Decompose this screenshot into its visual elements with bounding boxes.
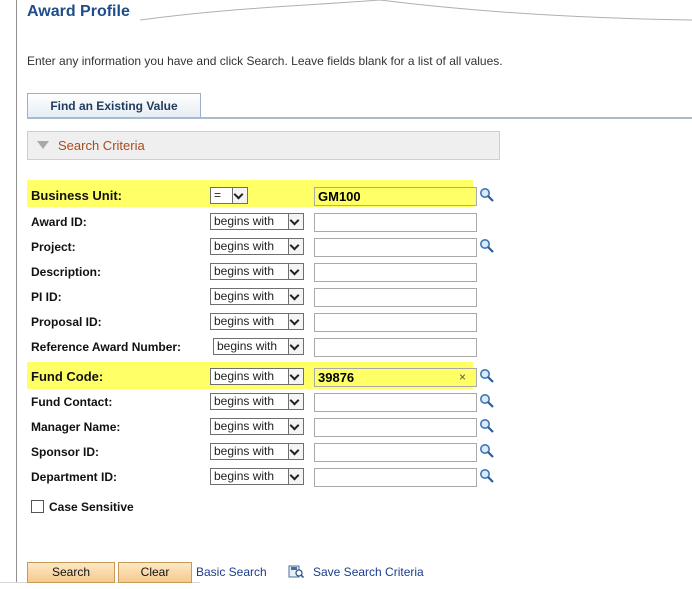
- manager-name-operator-value: begins with: [214, 419, 275, 433]
- department-id-operator-value: begins with: [214, 469, 275, 483]
- chevron-down-icon[interactable]: [288, 469, 303, 484]
- search-button[interactable]: Search: [27, 562, 115, 583]
- pi-id-input[interactable]: [314, 288, 477, 307]
- chevron-down-icon[interactable]: [288, 369, 303, 384]
- field-row-pi-id: PI ID: begins with: [27, 287, 497, 307]
- proposal-id-operator-select[interactable]: begins with: [210, 313, 304, 330]
- page-title: Award Profile: [27, 3, 130, 20]
- page-left-border: [16, 0, 17, 582]
- save-search-criteria-link[interactable]: Save Search Criteria: [313, 565, 424, 579]
- business-unit-input[interactable]: GM100: [314, 187, 477, 206]
- chevron-down-icon[interactable]: [288, 444, 303, 459]
- field-row-fund-contact: Fund Contact: begins with: [27, 392, 497, 412]
- case-sensitive-label: Case Sensitive: [49, 500, 134, 514]
- search-criteria-header[interactable]: Search Criteria: [27, 131, 500, 160]
- project-lookup-magnifier-icon[interactable]: [479, 238, 495, 254]
- chevron-down-icon[interactable]: [288, 314, 303, 329]
- chevron-down-icon[interactable]: [288, 214, 303, 229]
- chevron-down-icon[interactable]: [232, 188, 247, 203]
- sponsor-id-operator-value: begins with: [214, 444, 275, 458]
- field-row-project: Project: begins with: [27, 237, 497, 257]
- proposal-id-label: Proposal ID:: [31, 315, 102, 329]
- chevron-down-icon[interactable]: [288, 339, 303, 354]
- manager-name-operator-select[interactable]: begins with: [210, 418, 304, 435]
- description-operator-select[interactable]: begins with: [210, 263, 304, 280]
- description-label: Description:: [31, 265, 102, 279]
- instructions-text: Enter any information you have and click…: [27, 54, 503, 68]
- proposal-id-operator-value: begins with: [214, 314, 275, 328]
- project-operator-value: begins with: [214, 239, 275, 253]
- department-id-lookup-magnifier-icon[interactable]: [479, 468, 495, 484]
- description-operator-value: begins with: [214, 264, 275, 278]
- business-unit-operator-value: =: [214, 188, 222, 202]
- header-decoration: [140, 0, 692, 21]
- chevron-down-icon[interactable]: [288, 419, 303, 434]
- reference-award-number-input[interactable]: [314, 338, 477, 357]
- chevron-down-icon[interactable]: [288, 239, 303, 254]
- department-id-operator-select[interactable]: begins with: [210, 468, 304, 485]
- pi-id-operator-value: begins with: [214, 289, 275, 303]
- save-search-criteria-icon[interactable]: [288, 563, 304, 579]
- department-id-input[interactable]: [314, 468, 477, 487]
- fund-contact-label: Fund Contact:: [31, 395, 113, 409]
- manager-name-input[interactable]: [314, 418, 477, 437]
- field-row-business-unit: Business Unit: = GM100: [27, 186, 497, 206]
- manager-name-lookup-magnifier-icon[interactable]: [479, 418, 495, 434]
- sponsor-id-label: Sponsor ID:: [31, 445, 99, 459]
- description-input[interactable]: [314, 263, 477, 282]
- reference-award-number-operator-value: begins with: [217, 339, 278, 353]
- fund-code-operator-select[interactable]: begins with: [210, 368, 304, 385]
- fund-code-operator-value: begins with: [214, 369, 275, 383]
- award-id-operator-value: begins with: [214, 214, 275, 228]
- collapse-triangle-icon[interactable]: [37, 141, 49, 149]
- fund-code-clear-x-icon[interactable]: ×: [459, 370, 466, 384]
- reference-award-number-operator-select[interactable]: begins with: [213, 338, 304, 355]
- sponsor-id-input[interactable]: [314, 443, 477, 462]
- department-id-label: Department ID:: [31, 470, 118, 484]
- chevron-down-icon[interactable]: [288, 264, 303, 279]
- chevron-down-icon[interactable]: [288, 289, 303, 304]
- field-row-fund-code: Fund Code: begins with 39876 ×: [27, 367, 497, 387]
- pi-id-label: PI ID:: [31, 290, 62, 304]
- project-operator-select[interactable]: begins with: [210, 238, 304, 255]
- fund-contact-input[interactable]: [314, 393, 477, 412]
- business-unit-lookup-magnifier-icon[interactable]: [479, 187, 495, 203]
- manager-name-label: Manager Name:: [31, 420, 121, 434]
- project-input[interactable]: [314, 238, 477, 257]
- tab-underline: [27, 117, 692, 119]
- award-id-label: Award ID:: [31, 215, 87, 229]
- field-row-reference-award-number: Reference Award Number: begins with: [27, 337, 497, 357]
- fund-code-input[interactable]: 39876: [314, 368, 477, 387]
- basic-search-link[interactable]: Basic Search: [196, 565, 267, 579]
- fund-contact-operator-select[interactable]: begins with: [210, 393, 304, 410]
- tab-find-existing-value[interactable]: Find an Existing Value: [27, 93, 201, 118]
- business-unit-operator-select[interactable]: =: [210, 187, 248, 204]
- field-row-manager-name: Manager Name: begins with: [27, 417, 497, 437]
- field-row-description: Description: begins with: [27, 262, 497, 282]
- fund-contact-operator-value: begins with: [214, 394, 275, 408]
- award-id-operator-select[interactable]: begins with: [210, 213, 304, 230]
- fund-contact-lookup-magnifier-icon[interactable]: [479, 393, 495, 409]
- chevron-down-icon[interactable]: [288, 394, 303, 409]
- field-row-proposal-id: Proposal ID: begins with: [27, 312, 497, 332]
- project-label: Project:: [31, 240, 76, 254]
- award-profile-page: Award Profile Enter any information you …: [0, 0, 692, 589]
- sponsor-id-lookup-magnifier-icon[interactable]: [479, 443, 495, 459]
- field-row-department-id: Department ID: begins with: [27, 467, 497, 487]
- fund-code-label: Fund Code:: [31, 369, 104, 384]
- reference-award-number-label: Reference Award Number:: [31, 340, 182, 354]
- fund-code-lookup-magnifier-icon[interactable]: [479, 368, 495, 384]
- field-row-award-id: Award ID: begins with: [27, 212, 497, 232]
- business-unit-label: Business Unit:: [31, 188, 123, 203]
- clear-button[interactable]: Clear: [118, 562, 192, 583]
- sponsor-id-operator-select[interactable]: begins with: [210, 443, 304, 460]
- proposal-id-input[interactable]: [314, 313, 477, 332]
- search-criteria-title: Search Criteria: [58, 138, 145, 153]
- field-row-sponsor-id: Sponsor ID: begins with: [27, 442, 497, 462]
- case-sensitive-checkbox[interactable]: [31, 500, 44, 513]
- pi-id-operator-select[interactable]: begins with: [210, 288, 304, 305]
- award-id-input[interactable]: [314, 213, 477, 232]
